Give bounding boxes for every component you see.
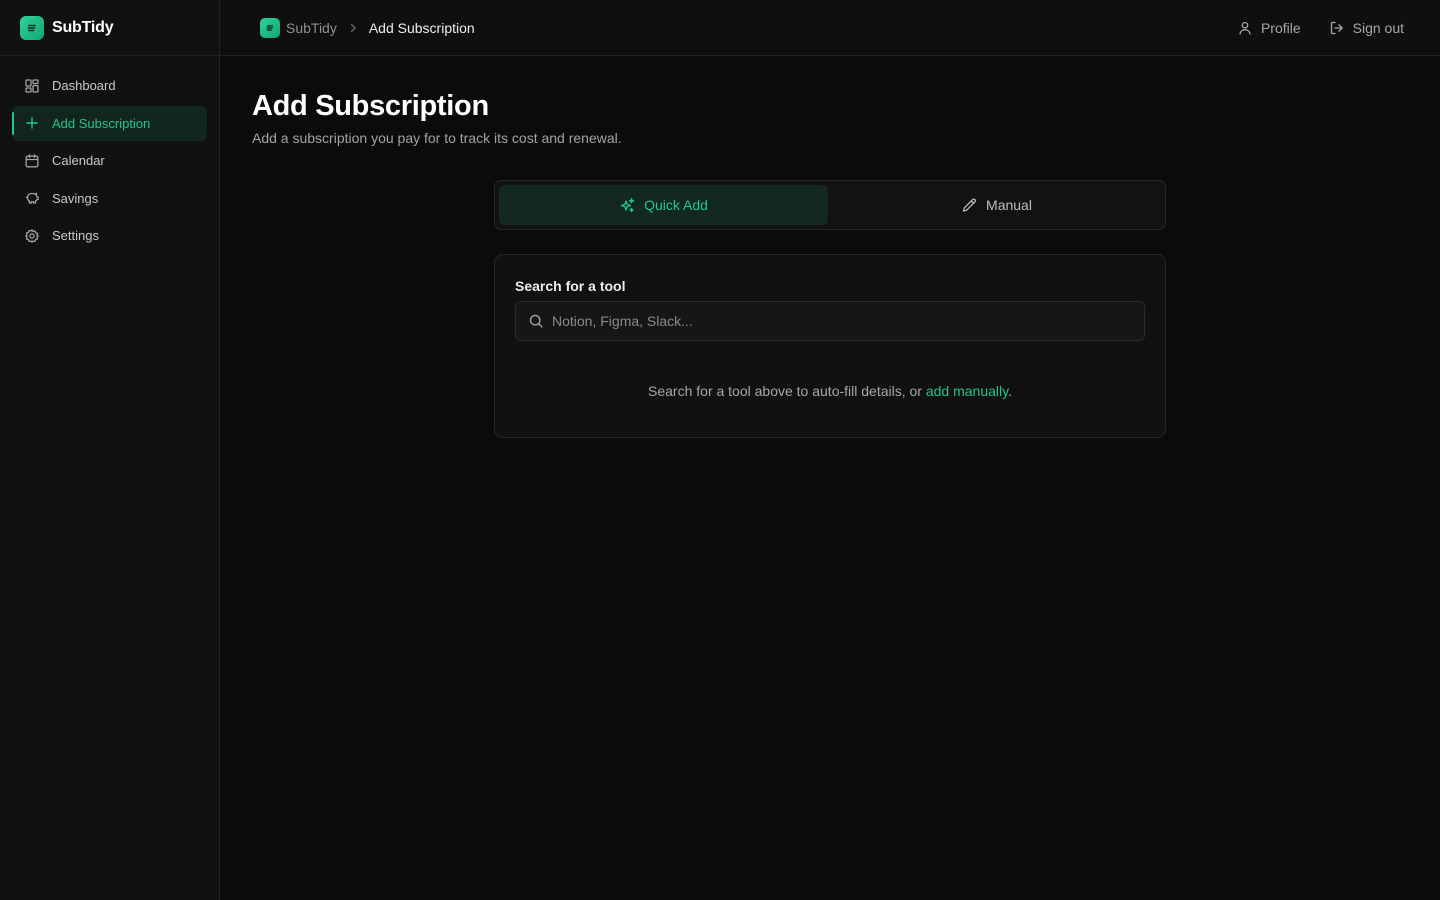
gear-icon	[24, 228, 40, 244]
tab-quick-add[interactable]: Quick Add	[499, 185, 828, 225]
top-actions: Profile Sign out	[1237, 20, 1404, 36]
app-logo-icon	[20, 15, 44, 40]
search-icon	[528, 313, 544, 329]
chevron-right-icon	[347, 22, 359, 34]
sidebar-item-add-subscription[interactable]: Add Subscription	[12, 105, 207, 141]
sparkles-icon	[619, 197, 636, 214]
sidebar-item-label: Settings	[52, 228, 99, 243]
tab-label: Manual	[986, 197, 1032, 213]
top-bar: SubTidy Add Subscription Profile Sign ou…	[220, 0, 1440, 56]
tab-label: Quick Add	[644, 197, 708, 213]
search-label: Search for a tool	[515, 278, 626, 294]
page-subtitle: Add a subscription you pay for to track …	[252, 130, 622, 146]
hint-suffix: .	[1008, 383, 1012, 399]
sidebar-item-savings[interactable]: Savings	[12, 181, 207, 216]
sidebar: SubTidy Dashboard Add Subscription Calen…	[0, 0, 220, 900]
search-box[interactable]	[515, 301, 1145, 341]
main-content: Add Subscription Add a subscription you …	[220, 56, 1440, 900]
sidebar-item-label: Add Subscription	[52, 115, 151, 131]
profile-button[interactable]: Profile	[1237, 20, 1301, 36]
tab-manual[interactable]: Manual	[832, 185, 1161, 225]
mode-tabs: Quick Add Manual	[494, 180, 1166, 230]
sidebar-item-label: Dashboard	[52, 78, 116, 93]
add-manually-link[interactable]: add manually	[926, 383, 1008, 399]
sign-out-label: Sign out	[1352, 19, 1404, 36]
sidebar-item-label: Calendar	[52, 153, 105, 168]
sign-out-button[interactable]: Sign out	[1329, 20, 1404, 36]
search-input[interactable]	[552, 302, 1144, 340]
empty-state-hint: Search for a tool above to auto-fill det…	[495, 383, 1165, 399]
sign-out-icon	[1329, 20, 1345, 36]
breadcrumb-root[interactable]: SubTidy	[286, 20, 337, 36]
user-icon	[1237, 20, 1253, 36]
sidebar-item-calendar[interactable]: Calendar	[12, 143, 207, 178]
sidebar-nav: Dashboard Add Subscription Calendar Savi…	[0, 56, 219, 253]
sidebar-item-settings[interactable]: Settings	[12, 218, 207, 253]
app-logo-icon[interactable]	[260, 17, 280, 38]
profile-label: Profile	[1260, 19, 1301, 36]
sidebar-item-label: Savings	[52, 190, 99, 206]
sidebar-brand[interactable]: SubTidy	[0, 0, 219, 56]
calendar-icon	[24, 153, 40, 169]
breadcrumb: SubTidy Add Subscription	[260, 17, 475, 38]
piggy-bank-icon	[24, 190, 40, 206]
plus-icon	[24, 115, 40, 131]
quick-add-card: Search for a tool Search for a tool abov…	[494, 254, 1166, 438]
app-name: SubTidy	[52, 18, 114, 36]
hint-text: Search for a tool above to auto-fill det…	[648, 383, 926, 399]
breadcrumb-current: Add Subscription	[368, 19, 475, 36]
dashboard-icon	[24, 78, 40, 94]
pencil-icon	[961, 197, 978, 214]
sidebar-item-dashboard[interactable]: Dashboard	[12, 68, 207, 103]
page-title: Add Subscription	[252, 90, 489, 122]
